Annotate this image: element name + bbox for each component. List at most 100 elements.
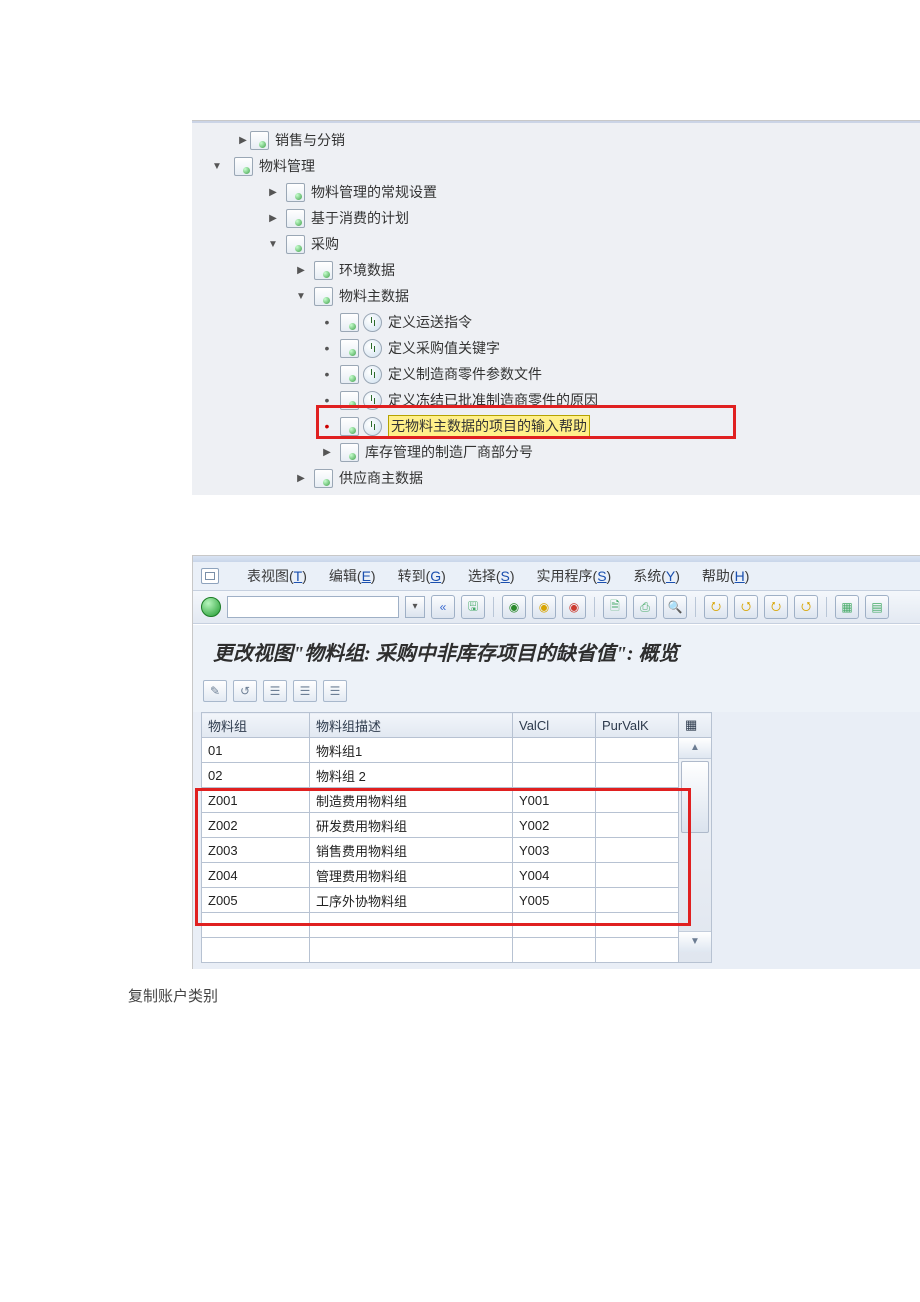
new-session-button[interactable]: ▦	[835, 595, 859, 619]
select-all-button[interactable]: ☰	[263, 680, 287, 702]
col-material-group[interactable]: 物料组	[202, 713, 310, 738]
collapse-icon[interactable]	[266, 239, 280, 250]
tree-label: 物料管理的常规设置	[311, 182, 437, 202]
back-button[interactable]: «	[431, 595, 455, 619]
col-purvalk[interactable]: PurValK	[596, 713, 679, 738]
menu-edit[interactable]: 编辑(E)	[329, 566, 376, 586]
activity-icon	[340, 339, 359, 358]
table-row[interactable]: Z002研发费用物料组Y002	[202, 813, 712, 838]
expand-icon[interactable]	[320, 447, 334, 458]
scroll-up-arrow[interactable]: ▲	[679, 738, 711, 759]
data-table[interactable]: 物料组 物料组描述 ValCl PurValK ▦ 01物料组1▲▼ 02物料组…	[201, 712, 712, 963]
menu-util[interactable]: 实用程序(S)	[537, 566, 612, 586]
expand-icon[interactable]	[266, 187, 280, 198]
table-header-row: 物料组 物料组描述 ValCl PurValK ▦	[202, 713, 712, 738]
tree-label: 定义运送指令	[388, 312, 472, 332]
col-description[interactable]: 物料组描述	[310, 713, 513, 738]
menu-system[interactable]: 系统(Y)	[633, 566, 680, 586]
expand-icon[interactable]	[294, 473, 308, 484]
tree-node-purchasing[interactable]: 采购	[192, 231, 920, 257]
nav-cancel-button[interactable]: ◉	[562, 595, 586, 619]
select-block-button[interactable]: ☰	[323, 680, 347, 702]
bullet-icon	[320, 395, 334, 405]
tree-label: 定义采购值关键字	[388, 338, 500, 358]
folder-icon	[314, 287, 333, 306]
tree-label: 采购	[311, 234, 339, 254]
menu-table-view[interactable]: 表视图(T)	[247, 566, 307, 586]
expand-icon[interactable]	[294, 265, 308, 276]
save-button[interactable]: 🖫	[461, 595, 485, 619]
execute-icon[interactable]	[363, 391, 382, 410]
find-button[interactable]: ⎙	[633, 595, 657, 619]
bullet-icon	[320, 369, 334, 379]
nav-exit-button[interactable]: ◉	[532, 595, 556, 619]
tree-leaf-mpn-profile[interactable]: 定义制造商零件参数文件	[192, 361, 920, 387]
tree-leaf-entry-help[interactable]: 无物料主数据的项目的输入帮助	[192, 413, 920, 439]
menu-help[interactable]: 帮助(H)	[702, 566, 749, 586]
tree-node-env[interactable]: 环境数据	[192, 257, 920, 283]
find-next-button[interactable]: 🔍	[663, 595, 687, 619]
col-valcl[interactable]: ValCl	[513, 713, 596, 738]
command-field[interactable]	[227, 596, 399, 618]
execute-icon[interactable]	[363, 313, 382, 332]
separator	[826, 597, 827, 617]
tree-node-vendor[interactable]: 供应商主数据	[192, 465, 920, 491]
first-page-button[interactable]: ⭮	[704, 595, 728, 619]
collapse-icon[interactable]	[294, 291, 308, 302]
configure-columns-icon[interactable]: ▦	[679, 713, 712, 738]
scroll-thumb[interactable]	[681, 761, 709, 833]
enter-button[interactable]	[201, 597, 221, 617]
print-button[interactable]: 🗎	[603, 595, 627, 619]
tree-leaf-purchval[interactable]: 定义采购值关键字	[192, 335, 920, 361]
scroll-down-arrow[interactable]: ▼	[679, 931, 711, 952]
execute-icon[interactable]	[363, 365, 382, 384]
last-page-button[interactable]: ⭯	[794, 595, 818, 619]
expand-icon[interactable]	[266, 213, 280, 224]
table-row[interactable]: Z003销售费用物料组Y003	[202, 838, 712, 863]
table-row[interactable]: 01物料组1▲▼	[202, 738, 712, 763]
folder-icon	[286, 209, 305, 228]
nav-back-button[interactable]: ◉	[502, 595, 526, 619]
prev-page-button[interactable]: ⭯	[734, 595, 758, 619]
tree-label: 物料主数据	[339, 286, 409, 306]
expand-icon[interactable]	[236, 135, 250, 146]
standard-toolbar: ▾ « 🖫 ◉ ◉ ◉ 🗎 ⎙ 🔍 ⭮ ⭯ ⭮ ⭯ ▦ ▤	[193, 591, 920, 624]
table-row[interactable]	[202, 913, 712, 938]
collapse-icon[interactable]	[210, 161, 224, 172]
tree-node-matmaster[interactable]: 物料主数据	[192, 283, 920, 309]
vertical-scrollbar[interactable]: ▲▼	[679, 738, 712, 963]
separator	[695, 597, 696, 617]
tree-leaf-shipping[interactable]: 定义运送指令	[192, 309, 920, 335]
undo-button[interactable]: ↺	[233, 680, 257, 702]
table-row[interactable]: Z004管理费用物料组Y004	[202, 863, 712, 888]
next-page-button[interactable]: ⭮	[764, 595, 788, 619]
folder-icon	[340, 443, 359, 462]
tree-leaf-freeze-reason[interactable]: 定义冻结已批准制造商零件的原因	[192, 387, 920, 413]
folder-icon	[234, 157, 253, 176]
layout-button[interactable]: ▤	[865, 595, 889, 619]
window-menu-icon[interactable]	[201, 568, 219, 584]
command-dropdown[interactable]: ▾	[405, 596, 425, 618]
tree-label: 定义冻结已批准制造商零件的原因	[388, 390, 598, 410]
page-title: 更改视图"物料组: 采购中非库存项目的缺省值": 概览	[193, 624, 920, 676]
folder-icon	[250, 131, 269, 150]
table-row[interactable]: Z001制造费用物料组Y001	[202, 788, 712, 813]
deselect-all-button[interactable]: ☰	[293, 680, 317, 702]
execute-icon[interactable]	[363, 417, 382, 436]
application-toolbar: ✎ ↺ ☰ ☰ ☰	[193, 676, 920, 712]
tree-node-general[interactable]: 物料管理的常规设置	[192, 179, 920, 205]
execute-icon[interactable]	[363, 339, 382, 358]
tree-node-mm[interactable]: 物料管理	[192, 153, 920, 179]
folder-icon	[286, 235, 305, 254]
tree-node-cbp[interactable]: 基于消费的计划	[192, 205, 920, 231]
table-row[interactable]: Z005工序外协物料组Y005	[202, 888, 712, 913]
menu-goto[interactable]: 转到(G)	[398, 566, 446, 586]
menu-select[interactable]: 选择(S)	[468, 566, 515, 586]
bullet-icon	[320, 421, 334, 431]
table-row[interactable]: 02物料组 2	[202, 763, 712, 788]
table-row[interactable]	[202, 938, 712, 963]
tree-node-mpn-stock[interactable]: 库存管理的制造厂商部分号	[192, 439, 920, 465]
bullet-icon	[320, 343, 334, 353]
tree-node-sales[interactable]: 销售与分销	[192, 127, 920, 153]
change-button[interactable]: ✎	[203, 680, 227, 702]
